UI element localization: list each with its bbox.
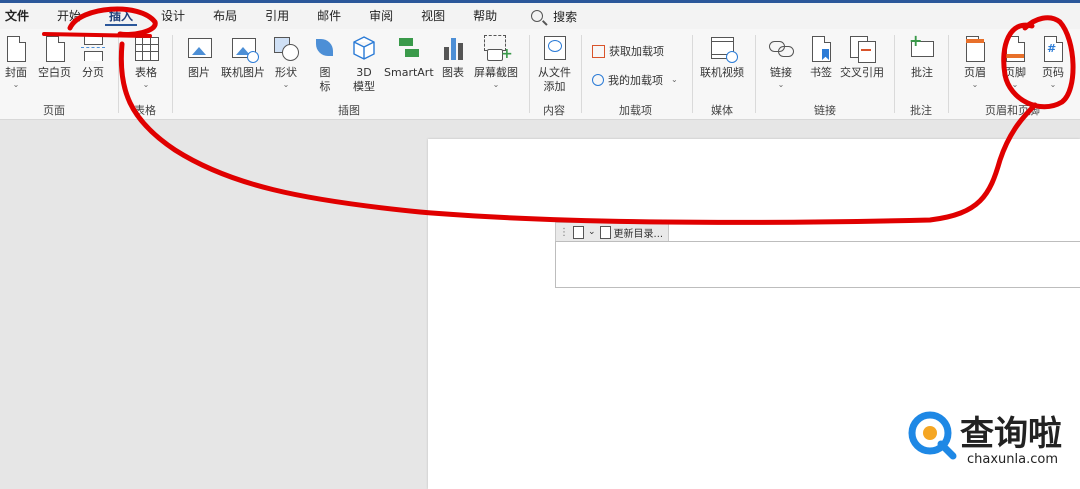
group-label-media: 媒体 [711,104,733,117]
table-grid-icon [134,35,159,63]
picture-icon [187,35,212,63]
search-icon [531,10,544,22]
tab-file[interactable]: 文件 [0,3,43,29]
group-label-pages: 页面 [43,104,65,117]
footer-icon [1003,35,1027,63]
page-break-button[interactable]: 分页 [81,35,105,80]
my-addins-icon [592,74,604,86]
chevron-down-icon[interactable]: ⌄ [588,227,596,237]
watermark-logo: 查询啦 chaxunla.com [905,404,1075,474]
icons-button[interactable]: 图 标 [313,35,337,94]
footer-button[interactable]: 页脚 ⌄ [1003,35,1027,90]
shapes-button[interactable]: 形状 ⌄ [274,35,299,90]
new-comment-button[interactable]: + 批注 [909,33,934,80]
bar-chart-icon [441,35,465,63]
tab-references[interactable]: 引用 [251,3,303,29]
online-video-icon [710,35,738,63]
my-addins-button[interactable]: 我的加载项 ⌄ [592,72,678,88]
group-label-comments: 批注 [910,104,932,117]
from-file-addin-button[interactable]: 从文件 添加 [538,35,571,94]
online-picture-icon [231,35,259,63]
cross-reference-icon [850,35,876,63]
table-button[interactable]: 表格 ⌄ [134,35,159,90]
header-icon [963,35,987,63]
cover-page-button[interactable]: 封面 ⌄ [4,35,28,90]
smartart-icon [397,35,421,63]
comment-icon: + [909,33,934,63]
toc-toolbar: ⋮ ⌄ 更新目录... [555,222,669,242]
tab-insert[interactable]: 插入 [95,3,147,29]
page-number-icon: # [1041,35,1065,63]
addin-file-icon [543,35,567,63]
group-label-header-footer: 页眉和页脚 [985,104,1040,117]
online-video-button[interactable]: 联机视频 [700,35,744,80]
watermark-url: chaxunla.com [967,452,1058,467]
toc-page-icon[interactable] [573,225,584,239]
update-toc-button[interactable]: 更新目录... [614,225,664,240]
group-label-links: 链接 [814,104,836,117]
chart-button[interactable]: 图表 [441,35,465,80]
picture-button[interactable]: 图片 [187,35,212,80]
search-label: 搜索 [553,9,578,24]
search-box[interactable]: 搜索 [531,8,577,25]
page-number-button[interactable]: # 页码 ⌄ [1041,35,1065,90]
screenshot-camera-icon: + [484,35,513,63]
tab-mailings[interactable]: 邮件 [303,3,355,29]
get-addins-button[interactable]: 获取加载项 [592,43,664,59]
tab-help[interactable]: 帮助 [459,3,511,29]
bookmark-button[interactable]: 书签 [809,35,833,80]
smartart-button[interactable]: SmartArt [384,35,434,80]
group-label-illustrations: 插图 [338,104,360,117]
tab-review[interactable]: 审阅 [355,3,407,29]
tab-home[interactable]: 开始 [43,3,95,29]
tab-design[interactable]: 设计 [147,3,199,29]
blank-page-button[interactable]: 空白页 [38,35,71,80]
link-chain-icon [769,35,794,63]
cross-reference-button[interactable]: 交叉引用 [840,35,884,80]
group-label-content: 内容 [543,104,565,117]
tab-view[interactable]: 视图 [407,3,459,29]
ribbon: 封面 ⌄ 空白页 分页 页面 表格 ⌄ 表格 图片 联机图片 形状 ⌄ 图 标 … [0,29,1080,120]
store-icon [592,44,605,58]
3d-cube-icon [352,35,376,63]
watermark-q-icon [908,411,957,460]
blank-page-icon [43,35,67,63]
group-label-addins: 加载项 [619,104,652,117]
link-button[interactable]: 链接 ⌄ [769,35,794,90]
toc-content-control[interactable] [555,241,1080,288]
screenshot-button[interactable]: + 屏幕截图 ⌄ [474,35,518,90]
online-picture-button[interactable]: 联机图片 [221,35,265,80]
group-label-table: 表格 [134,104,156,117]
update-toc-icon [599,225,611,239]
watermark-title: 查询啦 [960,414,1062,454]
bookmark-icon [809,35,833,63]
cover-page-icon [4,35,28,63]
header-button[interactable]: 页眉 ⌄ [963,35,987,90]
icons-leaf-icon [313,35,337,63]
3d-model-button[interactable]: 3D 模型 [352,35,376,94]
shapes-icon [274,35,299,63]
page-break-icon [81,35,105,63]
drag-handle-icon[interactable]: ⋮ [559,227,569,238]
tab-layout[interactable]: 布局 [199,3,251,29]
ribbon-tab-bar: 文件 开始 插入 设计 布局 引用 邮件 审阅 视图 帮助 搜索 [0,3,1080,29]
